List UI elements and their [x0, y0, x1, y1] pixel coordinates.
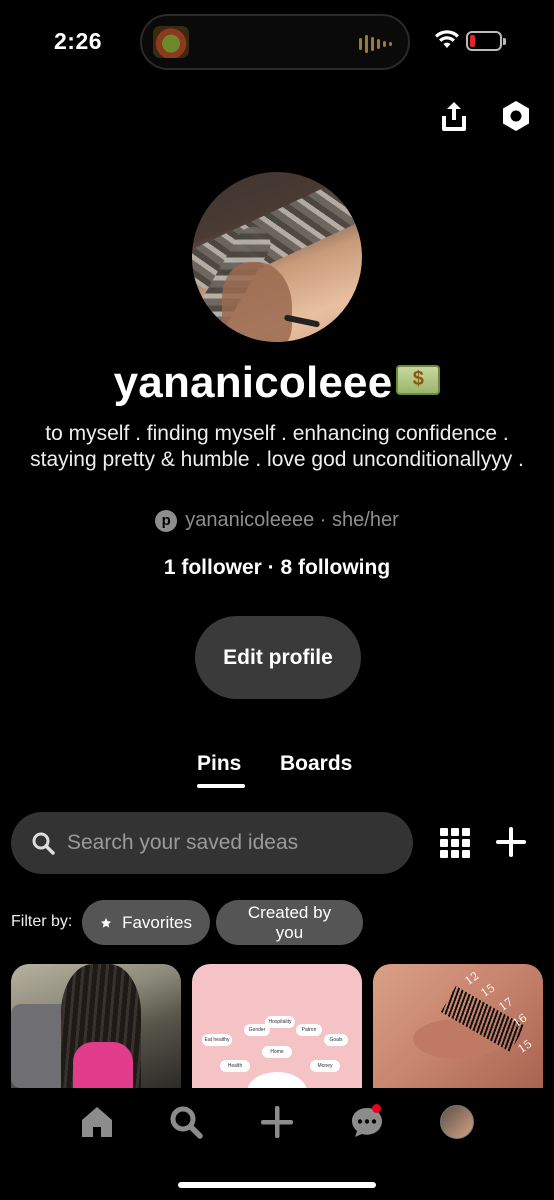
settings-icon: [503, 101, 529, 131]
pin-label: Hospitality: [265, 1016, 295, 1028]
status-time: 2:26: [54, 28, 103, 54]
pin-label: Patron: [296, 1024, 322, 1036]
layout-grid-button[interactable]: [440, 828, 470, 858]
home-icon: [82, 1107, 112, 1137]
nav-home[interactable]: [72, 1100, 122, 1144]
add-pin-button[interactable]: [494, 825, 528, 859]
filter-favorites-label: Favorites: [122, 912, 192, 932]
profile-name: yananicoleee: [0, 358, 554, 408]
pin-card[interactable]: [11, 964, 181, 1088]
pin-label: 15: [515, 1037, 535, 1056]
pin-label: Home: [262, 1046, 292, 1058]
audio-wave-icon: [359, 34, 392, 54]
wifi-icon: [435, 30, 459, 48]
tab-boards[interactable]: Boards: [280, 752, 352, 776]
notification-dot: [372, 1104, 381, 1113]
nav-create[interactable]: [252, 1100, 302, 1144]
filter-created-label: Created by you: [247, 902, 332, 942]
filter-label: Filter by:: [11, 913, 73, 930]
search-input[interactable]: [67, 831, 387, 855]
search-icon: [32, 832, 55, 855]
money-with-wings-icon: [396, 365, 441, 395]
filter-favorites-chip[interactable]: Favorites: [82, 900, 210, 945]
profile-avatar-small: [440, 1105, 474, 1139]
tab-pins[interactable]: Pins: [197, 752, 241, 776]
share-button[interactable]: [434, 96, 474, 136]
follow-stats[interactable]: 1 follower · 8 following: [0, 556, 554, 580]
pin-label: 15: [478, 981, 498, 1000]
pin-card[interactable]: Hospitality Gender Patron Eat healthy Go…: [192, 964, 362, 1088]
dynamic-island[interactable]: [140, 14, 410, 70]
create-icon: [261, 1106, 293, 1138]
home-indicator[interactable]: [178, 1182, 376, 1188]
edit-profile-button[interactable]: Edit profile: [195, 616, 361, 699]
search-icon: [170, 1106, 203, 1139]
pinterest-logo-icon: p: [155, 509, 178, 532]
pin-label: Gender: [244, 1024, 270, 1036]
profile-bio: to myself . finding myself . enhancing c…: [30, 422, 524, 471]
pin-label: 12: [462, 969, 482, 988]
now-playing-artwork: [153, 26, 189, 58]
nav-profile[interactable]: [432, 1100, 482, 1144]
nav-messages[interactable]: [342, 1100, 392, 1144]
settings-button[interactable]: [496, 96, 536, 136]
search-bar[interactable]: [11, 812, 413, 874]
pin-label: Eat healthy: [202, 1034, 232, 1046]
profile-name-text: yananicoleee: [113, 358, 393, 407]
pin-label: Health: [220, 1060, 250, 1072]
filter-created-chip[interactable]: Created by you: [216, 900, 363, 945]
star-icon: [101, 917, 112, 928]
share-icon: [442, 102, 466, 131]
active-tab-indicator: [197, 784, 245, 788]
profile-handle-row: p yananicoleeee · she/her: [0, 509, 554, 532]
battery-icon: [466, 31, 506, 51]
profile-handle: yananicoleeee · she/her: [185, 509, 399, 531]
profile-avatar[interactable]: [192, 172, 362, 342]
pin-label: Money: [310, 1060, 340, 1072]
nav-search[interactable]: [161, 1100, 211, 1144]
pin-card[interactable]: 12 15 17 16 15: [373, 964, 543, 1088]
pin-label: Goals: [324, 1034, 348, 1046]
